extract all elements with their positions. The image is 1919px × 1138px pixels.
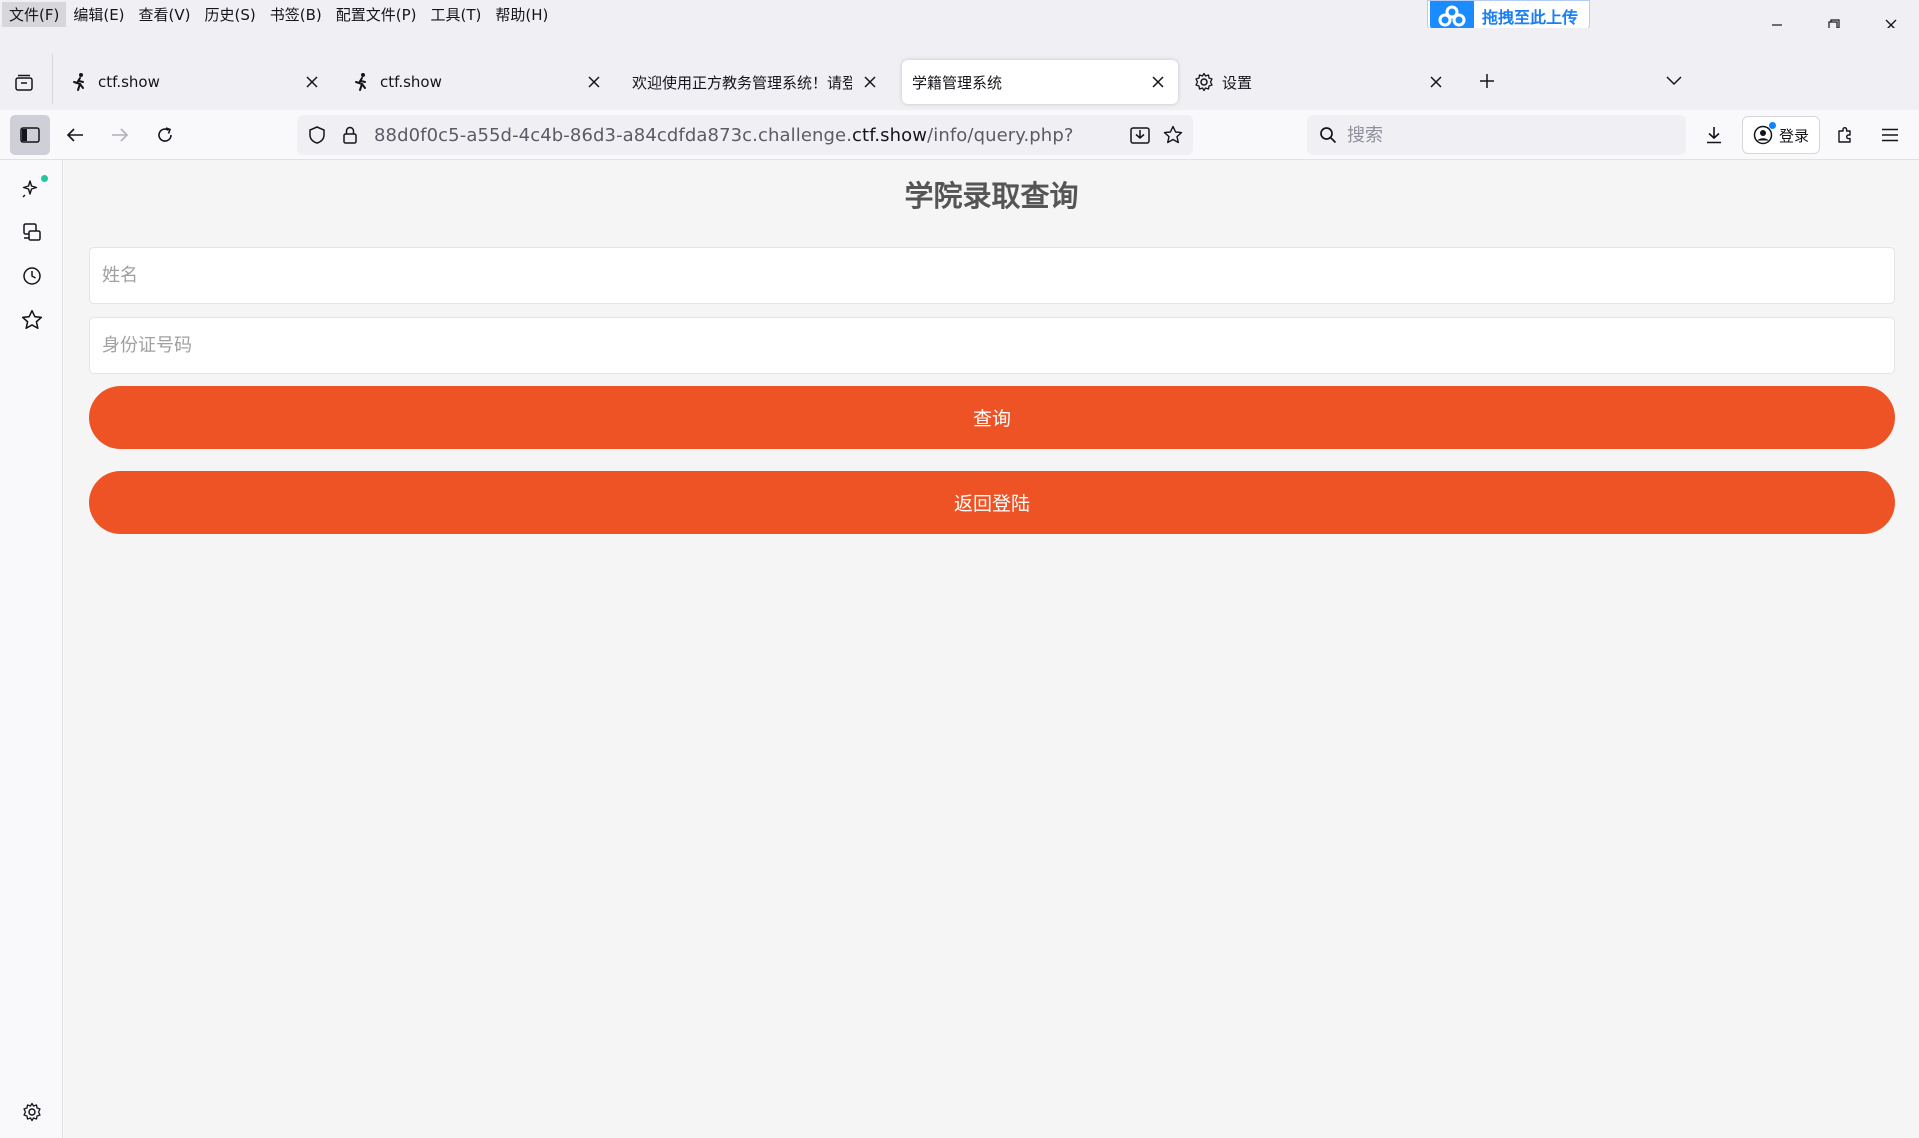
tab-close-button[interactable] xyxy=(584,72,604,92)
runner-icon xyxy=(355,73,366,91)
reload-icon xyxy=(158,127,172,142)
tab-groups-button[interactable] xyxy=(10,69,38,97)
tab-overview-icon xyxy=(15,74,33,91)
back-to-login-button[interactable]: 返回登陆 xyxy=(89,471,1895,534)
lock-icon[interactable] xyxy=(341,125,359,145)
tab-close-button[interactable] xyxy=(1148,72,1168,92)
menu-help[interactable]: 帮助(H) xyxy=(488,2,555,27)
close-icon xyxy=(588,76,600,88)
page-content: 学院录取查询 查询 返回登陆 xyxy=(64,160,1919,1138)
new-tab-button[interactable] xyxy=(1475,69,1499,93)
synced-tabs-button[interactable] xyxy=(20,220,44,244)
search-bar[interactable] xyxy=(1307,115,1686,155)
tab-settings[interactable]: 设置 xyxy=(1184,60,1456,104)
bookmark-star-icon[interactable] xyxy=(1163,125,1183,145)
close-icon xyxy=(306,76,318,88)
divider xyxy=(52,54,53,104)
close-icon xyxy=(1430,76,1442,88)
history-button[interactable] xyxy=(20,264,44,288)
forward-button[interactable] xyxy=(103,118,137,152)
gear-icon xyxy=(23,1102,41,1122)
app-menu-button[interactable] xyxy=(1873,118,1907,152)
tab-close-button[interactable] xyxy=(1426,72,1446,92)
menu-profiles[interactable]: 配置文件(P) xyxy=(329,2,424,27)
search-input[interactable] xyxy=(1347,124,1647,146)
menu-tools[interactable]: 工具(T) xyxy=(423,2,488,27)
close-icon xyxy=(864,76,876,88)
arrow-left-icon xyxy=(66,128,83,142)
ai-chatbot-button[interactable] xyxy=(20,175,48,200)
menu-bar: 文件(F) 编辑(E) 查看(V) 历史(S) 书签(B) 配置文件(P) 工具… xyxy=(0,0,1919,28)
tab-student-system[interactable]: 学籍管理系统 xyxy=(902,60,1178,104)
tab-jiaowu-login[interactable]: 欢迎使用正方教务管理系统！请登录 xyxy=(622,60,890,104)
sidebar xyxy=(0,160,63,1138)
tab-strip: ctf.show ctf.show 欢迎使用正方教务管理系统！请登录 学籍管理系… xyxy=(0,28,1919,110)
extensions-button[interactable] xyxy=(1828,118,1862,152)
tab-title: ctf.show xyxy=(380,73,442,91)
tab-title: 学籍管理系统 xyxy=(912,73,1003,92)
menu-bookmarks[interactable]: 书签(B) xyxy=(263,2,329,27)
menu-file[interactable]: 文件(F) xyxy=(2,1,67,27)
gear-icon xyxy=(1195,72,1213,92)
tab-ctfshow-1[interactable]: ctf.show xyxy=(60,60,332,104)
id-number-input[interactable] xyxy=(89,317,1895,374)
bookmarks-button[interactable] xyxy=(20,308,44,332)
tab-close-button[interactable] xyxy=(302,72,322,92)
name-input[interactable] xyxy=(89,247,1895,304)
clock-icon xyxy=(23,267,41,285)
tab-ctfshow-2[interactable]: ctf.show xyxy=(342,60,614,104)
star-icon xyxy=(21,309,43,330)
plus-icon xyxy=(1480,74,1494,88)
notification-dot xyxy=(1768,122,1776,129)
list-all-tabs-button[interactable] xyxy=(1662,69,1686,93)
close-icon xyxy=(1152,76,1164,88)
install-app-icon[interactable] xyxy=(1129,125,1151,145)
runner-icon xyxy=(73,73,84,91)
sidebar-toggle-button[interactable] xyxy=(10,115,50,155)
tab-close-button[interactable] xyxy=(860,72,880,92)
sidebar-settings-button[interactable] xyxy=(20,1100,44,1124)
chevron-down-icon xyxy=(1666,76,1682,86)
tab-title: 欢迎使用正方教务管理系统！请登录 xyxy=(632,73,852,92)
page-title: 学院录取查询 xyxy=(904,179,1079,213)
navigation-toolbar: 88d0f0c5-a55d-4c4b-86d3-a84cdfda873c.cha… xyxy=(0,110,1919,160)
menu-edit[interactable]: 编辑(E) xyxy=(66,2,131,27)
account-icon xyxy=(1753,122,1776,145)
query-button[interactable]: 查询 xyxy=(89,386,1895,449)
upload-drop-label: 拖拽至此上传 xyxy=(1482,8,1579,27)
sidebar-icon xyxy=(20,127,40,143)
arrow-right-icon xyxy=(112,128,129,142)
menu-history[interactable]: 历史(S) xyxy=(198,2,263,27)
tab-title: ctf.show xyxy=(98,73,160,91)
reload-button[interactable] xyxy=(148,118,182,152)
tracking-shield-icon[interactable] xyxy=(307,125,327,145)
url-text[interactable]: 88d0f0c5-a55d-4c4b-86d3-a84cdfda873c.cha… xyxy=(374,125,1074,146)
menu-view[interactable]: 查看(V) xyxy=(132,2,198,27)
tab-title: 设置 xyxy=(1222,73,1253,92)
url-bar[interactable]: 88d0f0c5-a55d-4c4b-86d3-a84cdfda873c.cha… xyxy=(297,115,1193,155)
login-label: 登录 xyxy=(1778,126,1809,145)
search-icon xyxy=(1320,127,1337,144)
back-button[interactable] xyxy=(58,118,92,152)
account-login-button[interactable]: 登录 xyxy=(1742,116,1820,154)
cloud-upload-icon xyxy=(1430,1,1474,31)
hamburger-icon xyxy=(1882,128,1898,142)
downloads-button[interactable] xyxy=(1697,118,1731,152)
puzzle-icon xyxy=(1838,127,1851,143)
download-icon xyxy=(1707,127,1721,144)
status-dot xyxy=(41,175,48,182)
synced-tabs-icon xyxy=(23,223,41,241)
